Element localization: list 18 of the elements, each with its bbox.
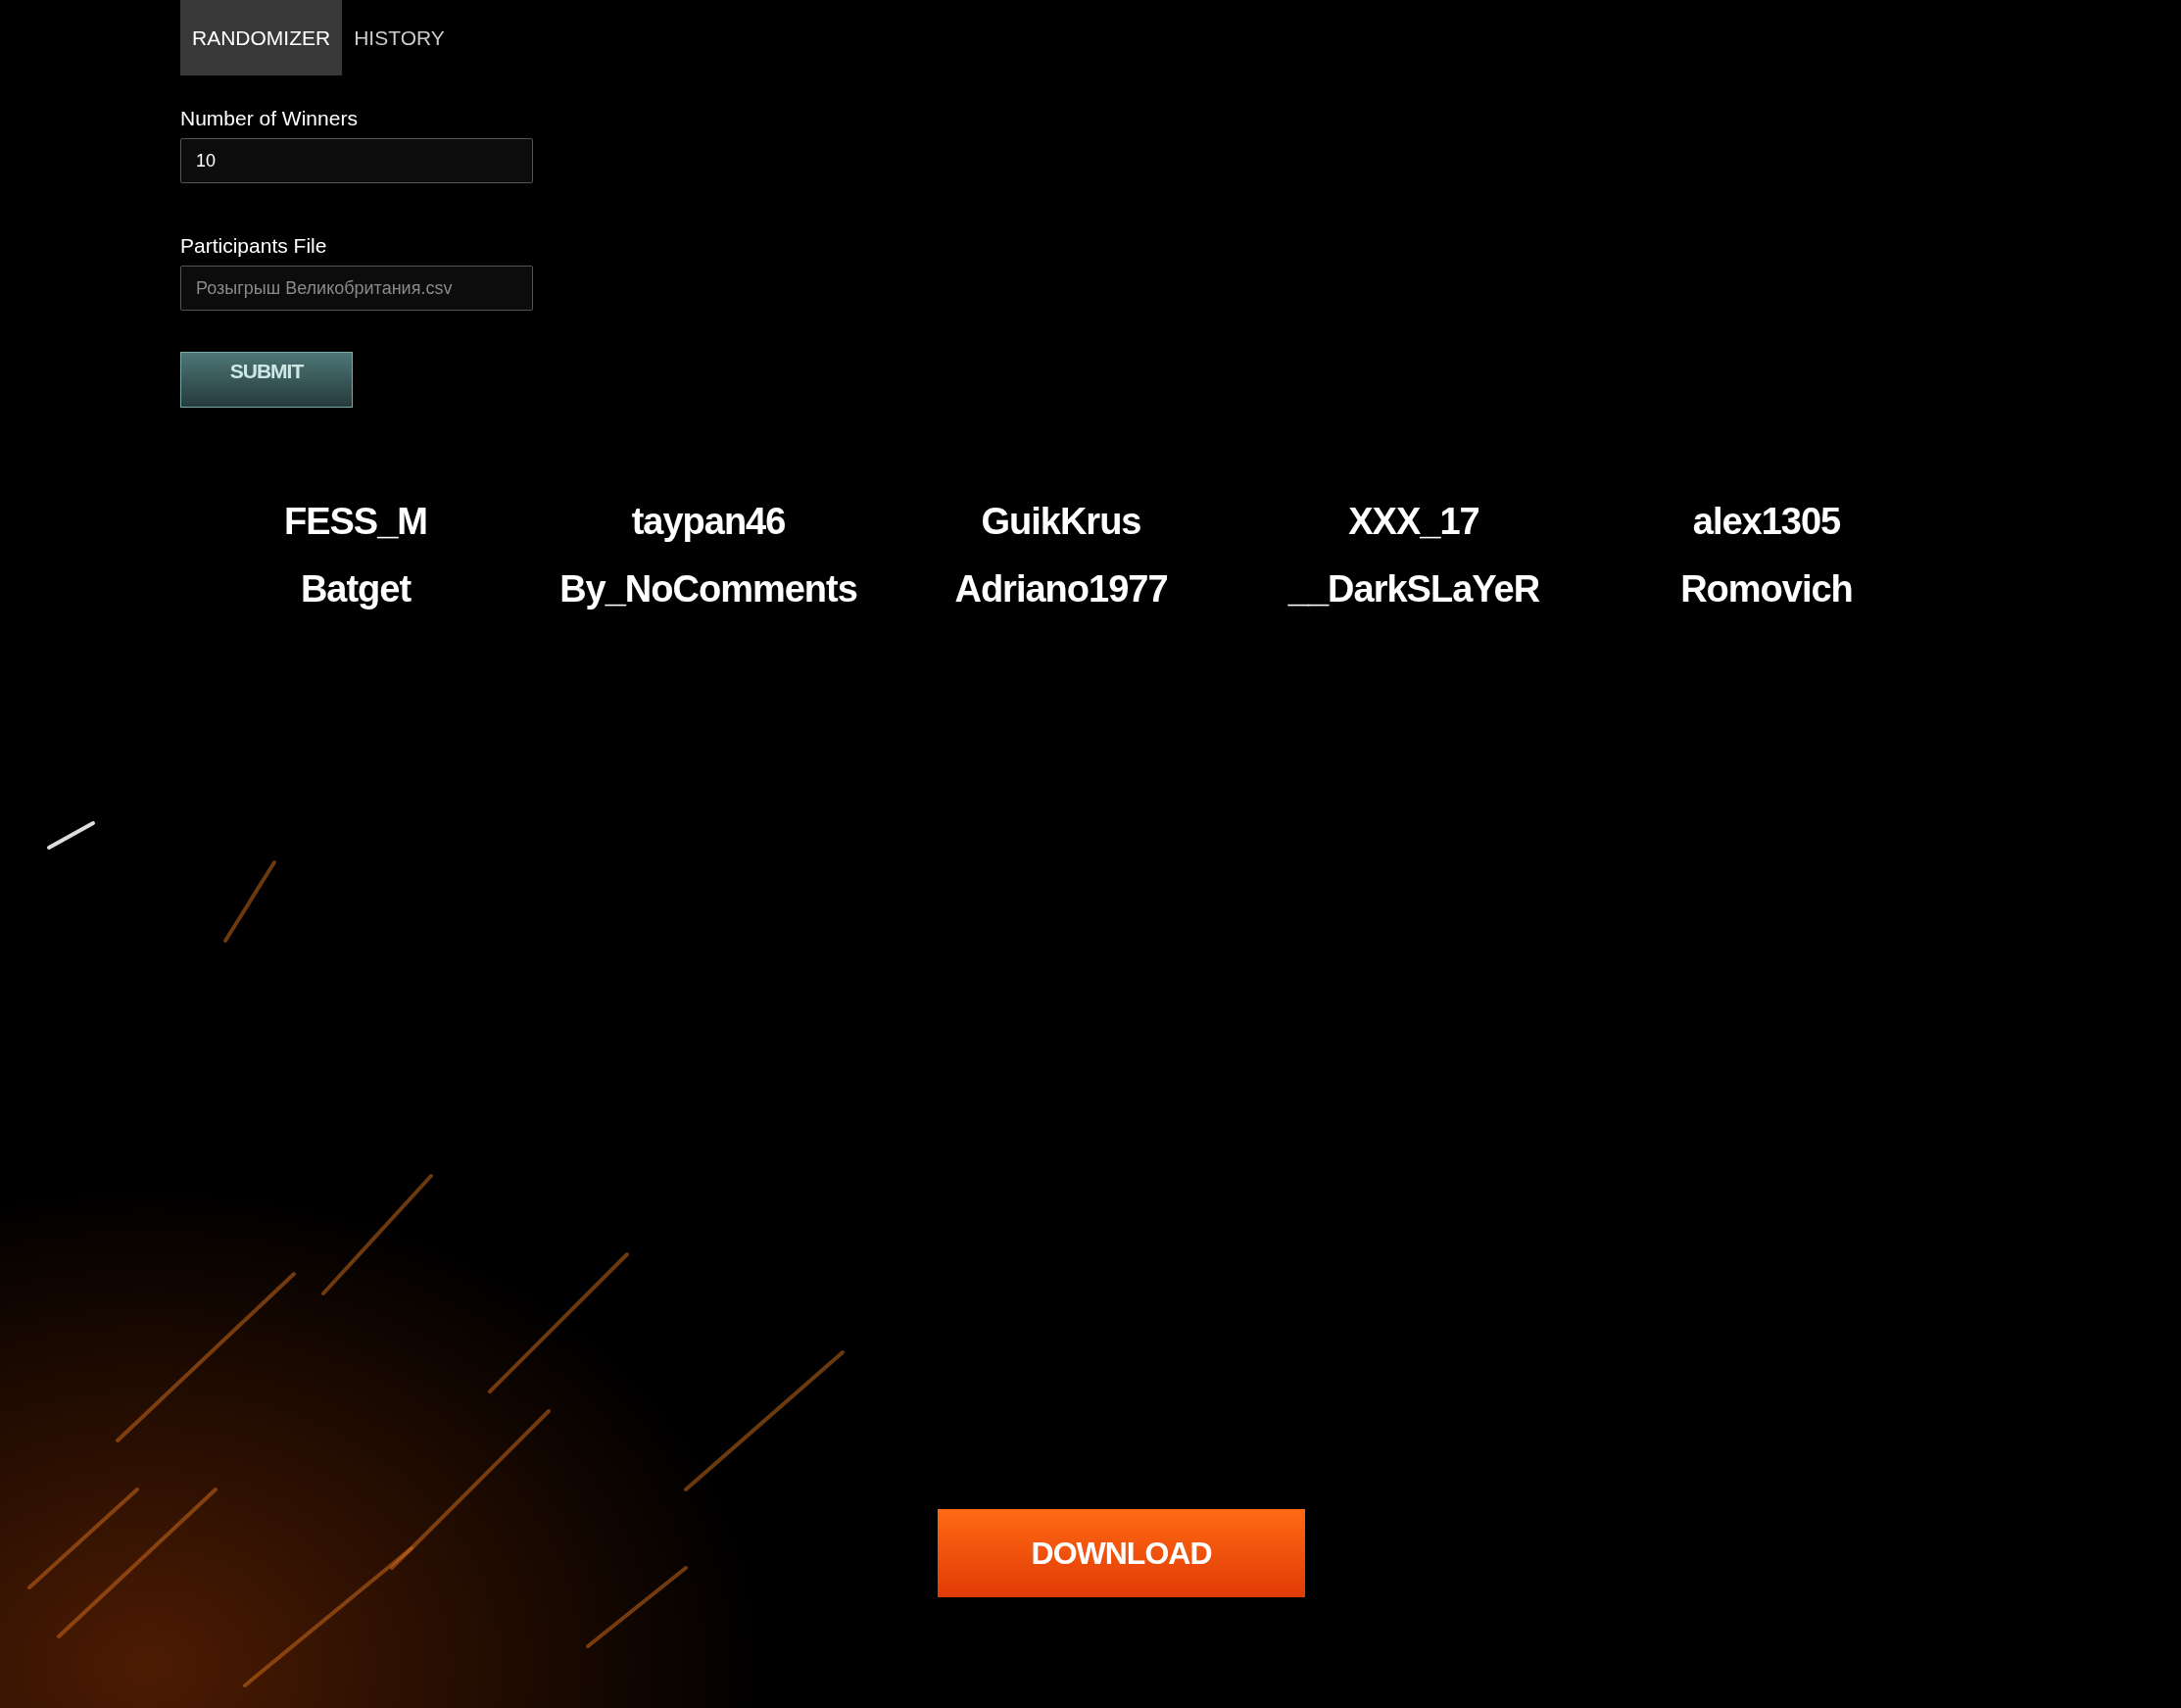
winner-name: __DarkSLaYeR [1286, 568, 1541, 610]
submit-button[interactable]: SUBMIT [180, 352, 353, 408]
file-field[interactable]: Розыгрыш Великобритания.csv [180, 266, 533, 311]
winner-name: XXX_17 [1347, 501, 1480, 543]
download-button[interactable]: DOWNLOAD [938, 1509, 1305, 1597]
tab[interactable]: RANDOMIZER [180, 0, 343, 75]
winner-name: taypan46 [630, 501, 787, 543]
winner-name: alex1305 [1691, 501, 1842, 543]
field-label: Number of Winners [180, 107, 359, 130]
winner-name: FESS_M [282, 501, 428, 543]
tab[interactable]: HISTORY [342, 0, 457, 75]
winner-name: GuikKrus [980, 501, 1142, 543]
field-label: Participants File [180, 234, 328, 258]
winner-name: Batget [299, 568, 412, 610]
winner-name: By_NoComments [558, 568, 858, 610]
winner-name: Adriano1977 [953, 568, 1169, 610]
number-field[interactable]: 10 [180, 138, 533, 183]
winner-name: Romovich [1679, 568, 1854, 610]
